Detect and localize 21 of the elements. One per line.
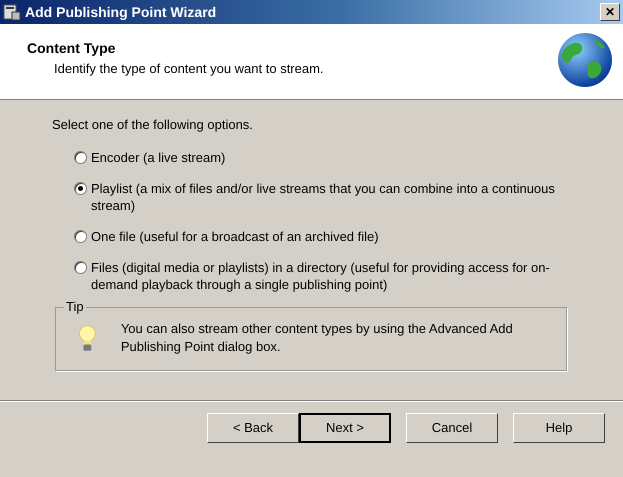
close-button[interactable]: ✕ bbox=[600, 3, 620, 21]
app-icon bbox=[3, 3, 21, 21]
instruction-text: Select one of the following options. bbox=[52, 116, 254, 134]
globe-icon bbox=[557, 32, 613, 88]
option-label[interactable]: Playlist (a mix of files and/or live streams that you can combine into a continuous stream) bbox=[91, 180, 561, 214]
tip-text: You can also stream other content types by using the Advanced Add Publishing Point dialog box. bbox=[120, 320, 514, 356]
help-button[interactable]: Help bbox=[513, 413, 605, 443]
page-title: Content Type bbox=[27, 39, 116, 58]
radio-button[interactable] bbox=[74, 182, 87, 194]
option-label[interactable]: Encoder (a live stream) bbox=[91, 148, 226, 166]
tip-title: Tip bbox=[64, 298, 86, 314]
cancel-button[interactable]: Cancel bbox=[406, 413, 498, 443]
back-button[interactable]: < Back bbox=[207, 413, 299, 443]
radio-button[interactable] bbox=[74, 260, 87, 274]
radio-button[interactable] bbox=[74, 150, 87, 164]
option-label[interactable]: One file (useful for a broadcast of an archived file) bbox=[91, 228, 379, 244]
page-subtitle: Identify the type of content you want to stream. bbox=[53, 60, 325, 78]
window-title: Add Publishing Point Wizard bbox=[25, 2, 218, 22]
radio-button[interactable] bbox=[74, 230, 87, 242]
option-label[interactable]: Files (digital media or playlists) in a directory (useful for providing access for on-demand playback through a single publishing point) bbox=[91, 258, 561, 292]
next-button[interactable]: Next > bbox=[299, 413, 391, 443]
